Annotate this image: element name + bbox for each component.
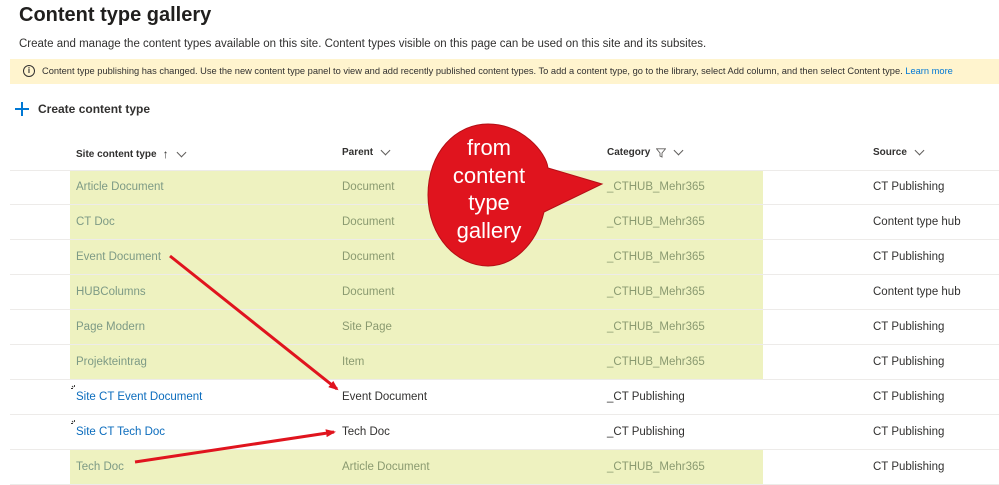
cell-content-type-name[interactable]: Site CT Event Document — [76, 391, 202, 403]
info-banner: i Content type publishing has changed. U… — [10, 59, 999, 84]
cell-source: CT Publishing — [873, 461, 945, 473]
cell-category: _CTHUB_Mehr365 — [607, 286, 705, 298]
sort-ascending-icon: ↑ — [162, 147, 169, 161]
cell-source: CT Publishing — [873, 426, 945, 438]
cell-source: CT Publishing — [873, 391, 945, 403]
cell-parent: Item — [342, 356, 365, 368]
chevron-down-icon — [673, 145, 684, 156]
cell-source: CT Publishing — [873, 321, 945, 333]
cell-category: _CT Publishing — [607, 426, 685, 438]
cell-category: _CTHUB_Mehr365 — [607, 356, 705, 368]
banner-message: Content type publishing has changed. Use… — [42, 66, 953, 76]
table-row[interactable]: Site CT Tech Doc Tech Doc _CT Publishing CT… — [10, 415, 999, 450]
cell-parent: Document — [342, 286, 395, 298]
cell-content-type-name[interactable]: Article Document — [76, 181, 164, 193]
cell-category: _CTHUB_Mehr365 — [607, 181, 705, 193]
cell-content-type-name[interactable]: Site CT Tech Doc — [76, 426, 165, 438]
learn-more-link[interactable]: Learn more — [905, 66, 953, 76]
cell-parent: Document — [342, 216, 395, 228]
cell-category: _CTHUB_Mehr365 — [607, 251, 705, 263]
info-icon: i — [23, 65, 35, 77]
table-row[interactable]: Tech Doc Article Document _CTHUB_Mehr365 CT… — [10, 450, 999, 485]
create-content-type-label: Create content type — [38, 102, 151, 116]
header-category[interactable]: Category — [607, 145, 684, 158]
table-row[interactable]: Site CT Event Document Event Document _CT … — [10, 380, 999, 415]
cell-content-type-name[interactable]: Projekteintrag — [76, 356, 147, 368]
table-row[interactable]: Page Modern Site Page _CTHUB_Mehr365 CT Pub… — [10, 310, 999, 345]
cell-content-type-name[interactable]: Tech Doc — [76, 461, 124, 473]
cell-content-type-name[interactable]: Page Modern — [76, 321, 145, 333]
cell-source: CT Publishing — [873, 356, 945, 368]
cell-parent: Site Page — [342, 321, 392, 333]
banner-text: Content type publishing has changed. Use… — [42, 66, 903, 76]
chevron-down-icon — [176, 147, 187, 157]
create-content-type-button[interactable]: Create content type — [15, 99, 150, 119]
cell-parent: Document — [342, 181, 395, 193]
cell-source: CT Publishing — [873, 251, 945, 263]
cell-source: CT Publishing — [873, 181, 945, 193]
cell-category: _CTHUB_Mehr365 — [607, 321, 705, 333]
cell-parent: Article Document — [342, 461, 430, 473]
cell-content-type-name[interactable]: CT Doc — [76, 216, 115, 228]
cell-parent: Document — [342, 251, 395, 263]
filter-icon — [656, 147, 667, 158]
page-title: Content type gallery — [19, 4, 212, 26]
cell-source: Content type hub — [873, 216, 961, 228]
header-site-content-type[interactable]: Site content type ↑ — [76, 147, 187, 161]
plus-icon — [15, 102, 29, 116]
header-source[interactable]: Source — [873, 145, 925, 158]
table-row[interactable]: HUBColumns Document _CTHUB_Mehr365 Content … — [10, 275, 999, 310]
chevron-down-icon — [914, 145, 925, 156]
cell-source: Content type hub — [873, 286, 961, 298]
cell-category: _CT Publishing — [607, 391, 685, 403]
callout-text: from content type gallery — [452, 135, 526, 243]
cell-category: _CTHUB_Mehr365 — [607, 461, 705, 473]
table-row[interactable]: Event Document Document _CTHUB_Mehr365 CT P… — [10, 240, 999, 275]
table-row[interactable]: Projekteintrag Item _CTHUB_Mehr365 CT Publi… — [10, 345, 999, 380]
cell-content-type-name[interactable]: HUBColumns — [76, 286, 146, 298]
chevron-down-icon — [380, 145, 391, 156]
cell-parent: Tech Doc — [342, 426, 390, 438]
cell-content-type-name[interactable]: Event Document — [76, 251, 161, 263]
page-subtitle: Create and manage the content types avai… — [19, 38, 707, 50]
header-parent[interactable]: Parent — [342, 145, 391, 158]
cell-parent: Event Document — [342, 391, 428, 403]
cell-category: _CTHUB_Mehr365 — [607, 216, 705, 228]
